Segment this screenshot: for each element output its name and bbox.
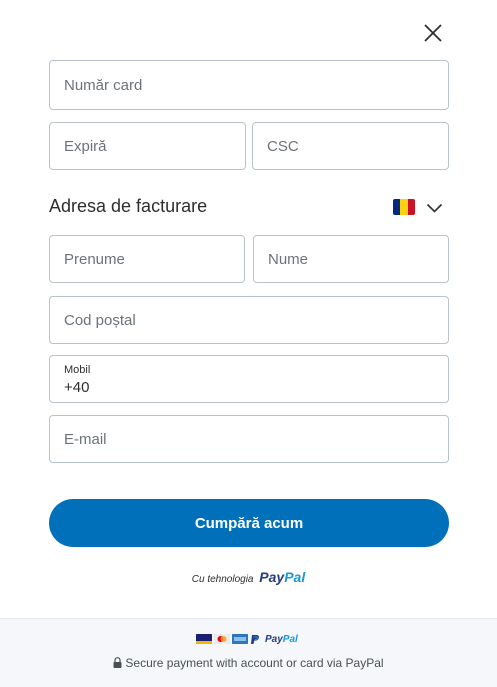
paypal-logo: PayPal (259, 569, 305, 585)
close-icon[interactable] (420, 20, 446, 46)
email-input[interactable] (50, 416, 448, 462)
buy-now-button[interactable]: Cumpără acum (49, 499, 449, 547)
postal-code-field[interactable] (49, 296, 449, 344)
secure-payment-notice: Secure payment with account or card via … (0, 656, 497, 670)
billing-address-title: Adresa de facturare (49, 196, 208, 216)
csc-input[interactable] (253, 123, 448, 169)
footer-paypal-logo: Pay Pal (265, 634, 298, 645)
first-name-input[interactable] (50, 236, 244, 282)
paypal-logo-pal: Pal (284, 569, 306, 585)
paypal-logo-pay: Pay (259, 569, 285, 585)
csc-field[interactable] (252, 122, 449, 170)
last-name-field[interactable] (253, 235, 449, 283)
powered-by: Cu tehnologia PayPal (0, 569, 497, 585)
expiry-input[interactable] (50, 123, 245, 169)
chevron-down-icon[interactable] (426, 202, 443, 214)
accepted-cards: Pay Pal (196, 633, 298, 645)
footer: Pay Pal Secure payment with account or ca… (0, 618, 497, 687)
lock-icon (113, 657, 122, 668)
expiry-field[interactable] (49, 122, 246, 170)
powered-by-text: Cu tehnologia (191, 574, 254, 585)
card-number-input[interactable] (50, 61, 448, 109)
mastercard-icon (214, 634, 230, 644)
last-name-input[interactable] (254, 236, 448, 282)
mobile-field[interactable]: Mobil (49, 355, 449, 403)
mobile-input[interactable] (50, 356, 448, 402)
postal-code-input[interactable] (50, 297, 448, 343)
first-name-field[interactable] (49, 235, 245, 283)
card-number-field[interactable] (49, 60, 449, 110)
footer-paypal-pay: Pay (265, 633, 283, 645)
visa-card-icon (196, 634, 212, 644)
email-field[interactable] (49, 415, 449, 463)
footer-paypal-pal: Pal (282, 633, 298, 645)
romania-flag-icon[interactable] (393, 199, 415, 215)
amex-card-icon (232, 634, 248, 644)
secure-payment-text: Secure payment with account or card via … (125, 656, 384, 670)
paypal-p-icon (250, 634, 260, 644)
